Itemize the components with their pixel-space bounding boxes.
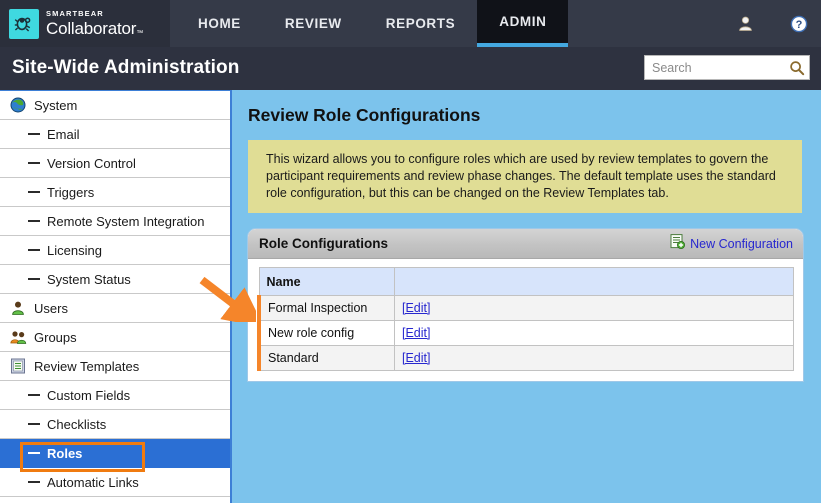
admin-sidebar: System Email Version Control Triggers Re…: [0, 90, 232, 503]
dash-marker: [28, 249, 40, 251]
sidebar-item-label: Review Templates: [34, 359, 139, 374]
main-nav-tabs: HOME REVIEW REPORTS ADMIN: [176, 0, 568, 47]
dash-marker: [28, 452, 40, 454]
role-name-cell: Standard: [259, 346, 395, 371]
tab-home[interactable]: HOME: [176, 0, 263, 47]
sidebar-item-system-status[interactable]: System Status: [0, 265, 230, 294]
sidebar-item-label: Email: [47, 127, 80, 142]
role-configurations-table: Name Formal Inspection [Edit] New rol: [257, 267, 794, 371]
dash-marker: [28, 278, 40, 280]
sidebar-item-triggers[interactable]: Triggers: [0, 178, 230, 207]
sidebar-item-version-control[interactable]: Version Control: [0, 149, 230, 178]
table-body: Formal Inspection [Edit] New role config…: [259, 296, 794, 371]
edit-link[interactable]: [Edit]: [402, 301, 431, 315]
search-input[interactable]: [645, 57, 785, 78]
sidebar-item-users[interactable]: Users: [0, 294, 230, 323]
dash-marker: [28, 133, 40, 135]
document-list-icon: [9, 358, 27, 375]
dash-marker: [28, 423, 40, 425]
role-action-cell: [Edit]: [395, 296, 794, 321]
sidebar-item-label: System: [34, 98, 77, 113]
sidebar-item-label: Triggers: [47, 185, 94, 200]
edit-link[interactable]: [Edit]: [402, 326, 431, 340]
beetle-icon: [9, 9, 39, 39]
new-configuration-button[interactable]: New Configuration: [670, 234, 793, 254]
top-navigation-bar: SMARTBEAR Collaborator™ HOME REVIEW REPO…: [0, 0, 821, 47]
page-header-bar: Site-Wide Administration: [0, 47, 821, 90]
info-message-box: This wizard allows you to configure role…: [248, 140, 802, 213]
sidebar-item-system[interactable]: System: [0, 91, 230, 120]
dash-marker: [28, 220, 40, 222]
help-icon[interactable]: ?: [789, 14, 809, 34]
page-title: Site-Wide Administration: [12, 57, 239, 79]
table-row[interactable]: Formal Inspection [Edit]: [259, 296, 794, 321]
role-action-cell: [Edit]: [395, 346, 794, 371]
brand-logo[interactable]: SMARTBEAR Collaborator™: [0, 0, 170, 47]
main-content: Review Role Configurations This wizard a…: [232, 90, 821, 503]
trademark-mark: ™: [136, 30, 143, 37]
sidebar-item-automatic-links[interactable]: Automatic Links: [0, 468, 230, 497]
tab-admin[interactable]: ADMIN: [477, 0, 568, 47]
brand-name: Collaborator™: [46, 20, 143, 37]
sidebar-item-remote-system-integration[interactable]: Remote System Integration: [0, 207, 230, 236]
tab-review[interactable]: REVIEW: [263, 0, 364, 47]
sidebar-item-label: Checklists: [47, 417, 106, 432]
column-header-actions: [395, 268, 794, 296]
dash-marker: [28, 394, 40, 396]
globe-icon: [9, 97, 27, 114]
panel-title: Role Configurations: [259, 236, 388, 251]
sidebar-item-label: System Status: [47, 272, 131, 287]
role-name-cell: New role config: [259, 321, 395, 346]
edit-link[interactable]: [Edit]: [402, 351, 431, 365]
table-row[interactable]: New role config [Edit]: [259, 321, 794, 346]
sidebar-item-checklists[interactable]: Checklists: [0, 410, 230, 439]
table-head: Name: [259, 268, 794, 296]
sidebar-item-roles[interactable]: Roles: [0, 439, 230, 468]
content-title: Review Role Configurations: [248, 105, 480, 126]
dash-marker: [28, 481, 40, 483]
nav-icon-group: ?: [735, 0, 809, 47]
dash-marker: [28, 162, 40, 164]
panel-header: Role Configurations New Conf: [248, 229, 803, 259]
brand-top-line: SMARTBEAR: [46, 10, 143, 18]
dash-marker: [28, 191, 40, 193]
new-configuration-label: New Configuration: [690, 237, 793, 251]
role-action-cell: [Edit]: [395, 321, 794, 346]
sidebar-item-email[interactable]: Email: [0, 120, 230, 149]
user-icon[interactable]: [735, 14, 755, 34]
sidebar-item-label: Users: [34, 301, 68, 316]
sidebar-item-label: Roles: [47, 446, 82, 461]
sidebar-item-groups[interactable]: Groups: [0, 323, 230, 352]
role-name-cell: Formal Inspection: [259, 296, 395, 321]
table-row[interactable]: Standard [Edit]: [259, 346, 794, 371]
panel-body: Name Formal Inspection [Edit] New rol: [248, 259, 803, 381]
column-header-name: Name: [259, 268, 395, 296]
users-group-icon: [9, 329, 27, 346]
brand-text: SMARTBEAR Collaborator™: [46, 10, 143, 37]
new-document-icon: [670, 234, 685, 254]
sidebar-item-label: Custom Fields: [47, 388, 130, 403]
table-header-row: Name: [259, 268, 794, 296]
sidebar-item-label: Remote System Integration: [47, 214, 205, 229]
tab-reports[interactable]: REPORTS: [364, 0, 477, 47]
sidebar-item-label: Version Control: [47, 156, 136, 171]
svg-text:?: ?: [796, 19, 803, 31]
user-single-icon: [9, 300, 27, 317]
search-icon[interactable]: [785, 56, 809, 79]
sidebar-item-licensing[interactable]: Licensing: [0, 236, 230, 265]
sidebar-item-review-templates[interactable]: Review Templates: [0, 352, 230, 381]
role-configurations-panel: Role Configurations New Conf: [247, 228, 804, 382]
app-root: SMARTBEAR Collaborator™ HOME REVIEW REPO…: [0, 0, 821, 503]
search-box[interactable]: [644, 55, 810, 80]
sidebar-item-label: Licensing: [47, 243, 102, 258]
sidebar-item-label: Automatic Links: [47, 475, 139, 490]
sidebar-item-custom-fields[interactable]: Custom Fields: [0, 381, 230, 410]
sidebar-item-label: Groups: [34, 330, 77, 345]
